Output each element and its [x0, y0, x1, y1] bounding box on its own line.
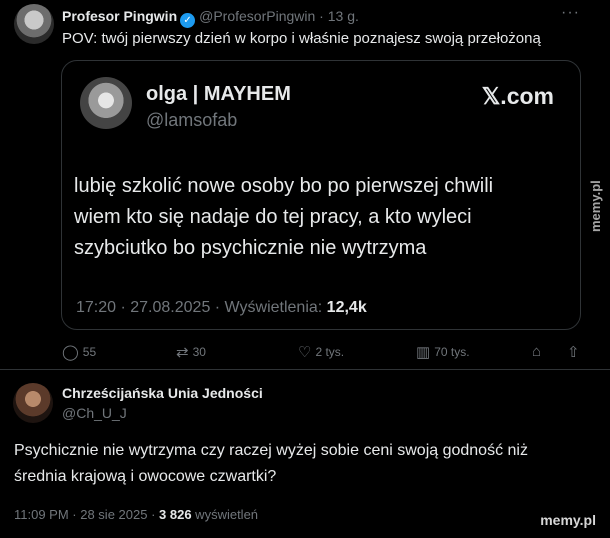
views-button[interactable]: ▥ 70 tys. — [416, 343, 470, 361]
quoted-meta: 17:20 · 27.08.2025 · Wyświetlenia: 12,4k — [76, 299, 367, 317]
verified-badge-icon: ✓ — [180, 13, 196, 28]
tweet-age[interactable]: 13 g. — [328, 8, 359, 24]
more-options-icon[interactable]: ··· — [561, 4, 580, 22]
quoted-author-handle: @lamsofab — [146, 110, 238, 130]
bookmark-button[interactable]: ⌂ — [532, 343, 545, 360]
quoted-tweet-card[interactable]: olga | MAYHEM @lamsofab 𝕏.com lubię szko… — [61, 60, 581, 330]
reply-views-label: wyświetleń — [191, 507, 259, 522]
reply-author-name[interactable]: Chrześcijańska Unia Jedności — [62, 385, 263, 401]
quoted-line: szybciutko bo psychicznie nie wytrzyma — [74, 237, 427, 259]
tweet-header: Profesor Pingwin ✓ @ProfesorPingwin · 13 g… — [62, 8, 359, 28]
views-count: 70 tys. — [434, 345, 470, 359]
reply-text-line: Psychicznie nie wytrzyma czy raczej wyże… — [14, 442, 528, 459]
quoted-timestamp: 17:20 · 27.08.2025 · Wyświetlenia: — [76, 299, 327, 316]
reply-count: 55 — [82, 345, 97, 359]
quoted-line: lubię szkolić nowe osoby bo po pierwszej… — [74, 175, 494, 197]
reply-text: Psychicznie nie wytrzyma czy raczej wyże… — [14, 438, 604, 490]
analytics-icon: ▥ — [416, 344, 431, 361]
retweet-icon: ⇄ — [176, 344, 189, 361]
reply-author-handle[interactable]: @Ch_U_J — [62, 405, 127, 421]
heart-icon: ♡ — [298, 344, 312, 361]
quoted-author-name: olga | MAYHEM — [146, 83, 291, 105]
share-button[interactable]: ⇧ — [567, 343, 584, 361]
reply-meta: 11:09 PM · 28 sie 2025 · 3 826 wyświetle… — [14, 507, 258, 522]
share-icon: ⇧ — [567, 344, 580, 361]
reply-icon: ◯ — [62, 344, 79, 361]
watermark: memy.pl — [588, 180, 603, 232]
main-tweet[interactable]: Profesor Pingwin ✓ @ProfesorPingwin · 13 g… — [0, 0, 610, 370]
quoted-tweet-text: lubię szkolić nowe osoby bo po pierwszej… — [74, 171, 574, 264]
separator: · — [319, 8, 324, 24]
reply-tweet[interactable]: Chrześcijańska Unia Jedności @Ch_U_J Psy… — [0, 370, 610, 538]
avatar[interactable] — [14, 4, 54, 44]
retweet-count: 30 — [192, 345, 206, 359]
like-count: 2 tys. — [315, 345, 345, 359]
author-name[interactable]: Profesor Pingwin — [62, 8, 177, 24]
like-button[interactable]: ♡ 2 tys. — [298, 343, 344, 361]
reply-views-count: 3 826 — [159, 507, 192, 522]
watermark-bottom: memy.pl — [540, 512, 596, 528]
quoted-line: wiem kto się nadaje do tej pracy, a kto … — [74, 206, 472, 228]
x-logo: 𝕏.com — [481, 83, 554, 109]
reply-timestamp[interactable]: 11:09 PM · 28 sie 2025 · — [14, 507, 159, 522]
bookmark-icon: ⌂ — [532, 343, 542, 360]
tweet-text: POV: twój pierwszy dzień w korpo i właśn… — [62, 30, 541, 47]
reply-avatar[interactable] — [13, 383, 53, 423]
quoted-views: 12,4k — [326, 299, 367, 316]
reply-text-line: średnia krajową i owocowe czwartki? — [14, 468, 277, 485]
reply-button[interactable]: ◯ 55 — [62, 343, 96, 361]
author-handle[interactable]: @ProfesorPingwin — [199, 8, 315, 24]
retweet-button[interactable]: ⇄ 30 — [176, 343, 206, 361]
quoted-avatar — [80, 77, 132, 129]
